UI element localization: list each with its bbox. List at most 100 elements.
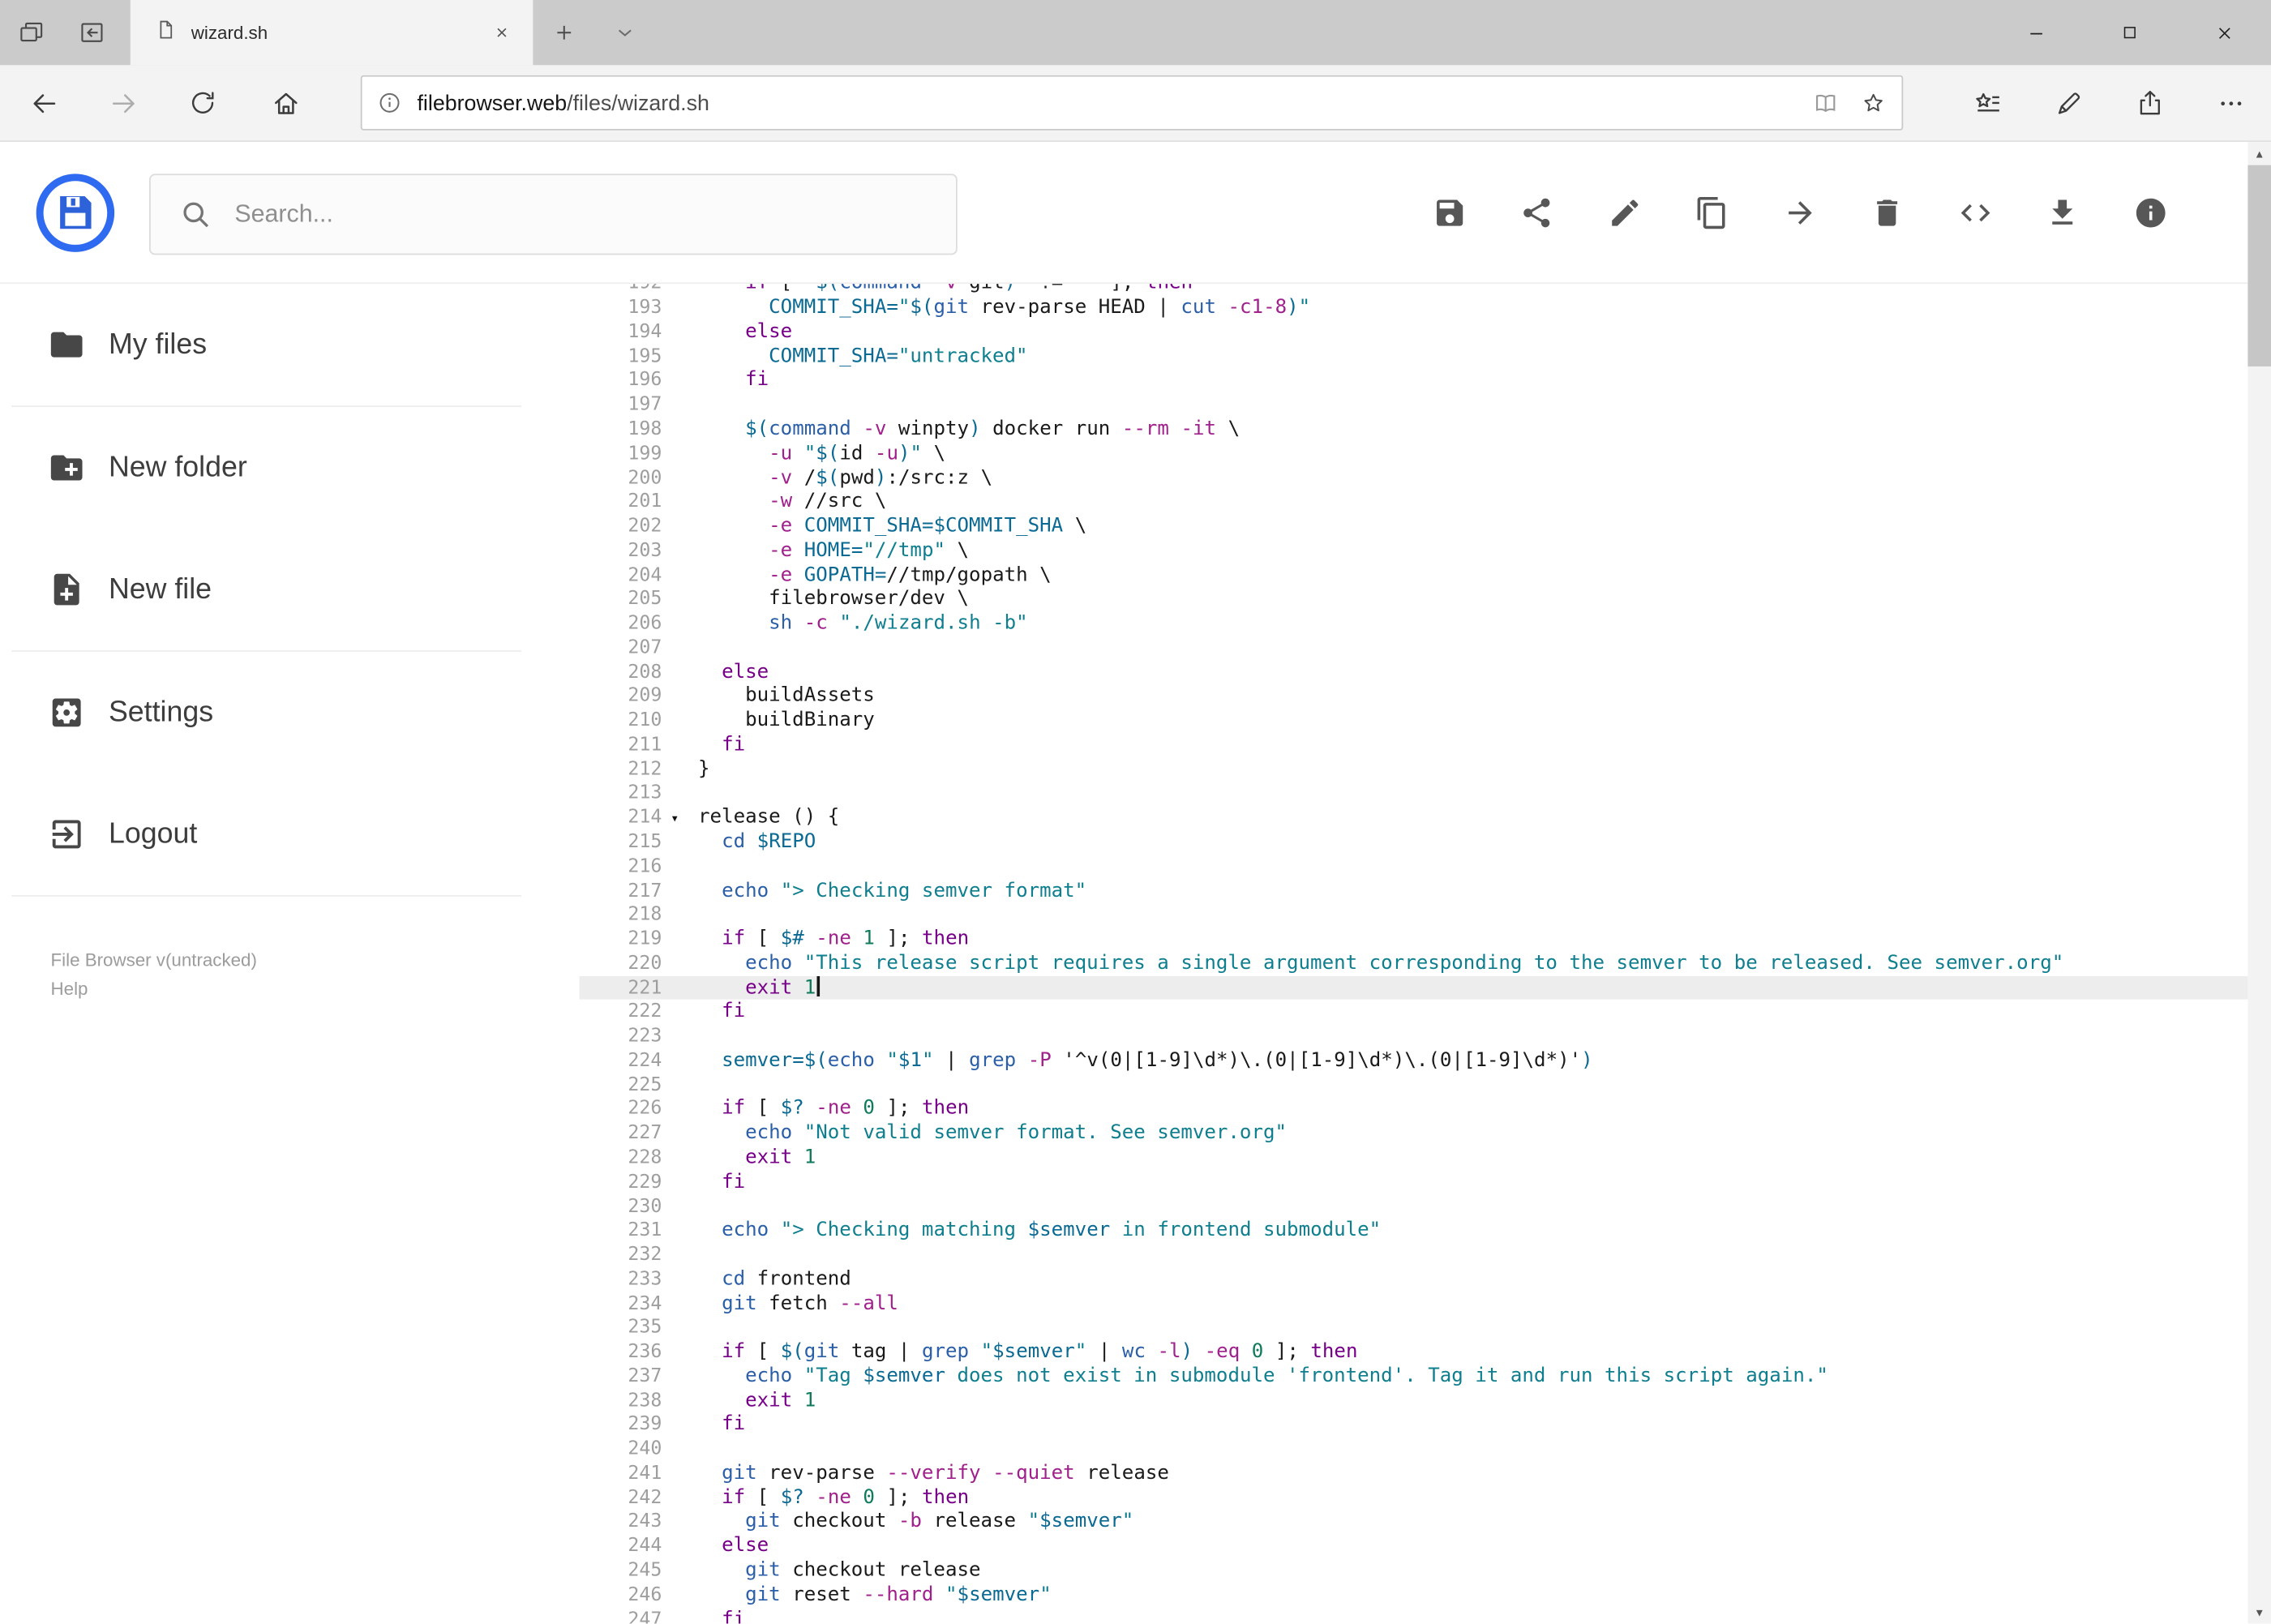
- hub-button[interactable]: [1947, 64, 2028, 141]
- code-line[interactable]: 244 else: [580, 1534, 2248, 1558]
- code-line[interactable]: 194 else: [580, 320, 2248, 345]
- code-line[interactable]: 224 semver=$(echo "$1" | grep -P '^v(0|[…: [580, 1048, 2248, 1073]
- code-line[interactable]: 218: [580, 902, 2248, 927]
- code-line[interactable]: 229 fi: [580, 1170, 2248, 1194]
- site-info-icon[interactable]: [376, 90, 402, 116]
- code-line[interactable]: 204 -e GOPATH=//tmp/gopath \: [580, 563, 2248, 587]
- help-link[interactable]: Help: [51, 975, 580, 1004]
- page-scrollbar[interactable]: ▲ ▼: [2247, 142, 2271, 1624]
- minimize-button[interactable]: [1989, 0, 2083, 65]
- set-tabs-aside-button[interactable]: [61, 0, 122, 65]
- delete-button[interactable]: [1844, 169, 1931, 256]
- address-bar[interactable]: filebrowser.web/files/wizard.sh: [360, 75, 1904, 131]
- code-line[interactable]: 215 cd $REPO: [580, 830, 2248, 855]
- scroll-up-arrow[interactable]: ▲: [2247, 142, 2271, 165]
- code-line[interactable]: 214 ▾ release () {: [580, 806, 2248, 830]
- code-line[interactable]: 200 -v /$(pwd):/src:z \: [580, 465, 2248, 490]
- web-note-button[interactable]: [2028, 64, 2109, 141]
- code-line[interactable]: 225: [580, 1073, 2248, 1097]
- close-button[interactable]: [2177, 0, 2271, 65]
- code-line[interactable]: 206 sh -c "./wizard.sh -b": [580, 611, 2248, 636]
- sidebar-item-new-folder[interactable]: New folder: [0, 407, 580, 529]
- code-line[interactable]: 212}: [580, 757, 2248, 782]
- code-line[interactable]: 243 git checkout -b release "$semver": [580, 1510, 2248, 1534]
- code-view-button[interactable]: [1931, 169, 2019, 256]
- share-button[interactable]: [2109, 64, 2190, 141]
- code-line[interactable]: 222 fi: [580, 1000, 2248, 1024]
- code-line[interactable]: 239 fi: [580, 1412, 2248, 1437]
- code-line[interactable]: 199 -u "$(id -u)" \: [580, 441, 2248, 465]
- code-line[interactable]: 223: [580, 1024, 2248, 1048]
- code-line[interactable]: 193 COMMIT_SHA="$(git rev-parse HEAD | c…: [580, 296, 2248, 320]
- code-line[interactable]: 192 if [ "$(command -v git)" != "" ]; th…: [580, 284, 2248, 296]
- tab-preview-button[interactable]: [0, 0, 61, 65]
- share-button[interactable]: [1493, 169, 1581, 256]
- tab-list-button[interactable]: [593, 0, 654, 65]
- sidebar-item-settings[interactable]: Settings: [0, 652, 580, 773]
- code-line[interactable]: 242 if [ $? -ne 0 ]; then: [580, 1485, 2248, 1510]
- code-line[interactable]: 235: [580, 1316, 2248, 1340]
- back-button[interactable]: [15, 74, 72, 131]
- code-line[interactable]: 213: [580, 782, 2248, 806]
- new-tab-button[interactable]: [533, 0, 593, 65]
- code-line[interactable]: 217 echo "> Checking semver format": [580, 879, 2248, 903]
- code-line[interactable]: 209 buildAssets: [580, 684, 2248, 709]
- code-line[interactable]: 231 echo "> Checking matching $semver in…: [580, 1219, 2248, 1243]
- sidebar-item-my-files[interactable]: My files: [0, 284, 580, 405]
- save-button[interactable]: [1406, 169, 1493, 256]
- code-line[interactable]: 232: [580, 1243, 2248, 1267]
- refresh-button[interactable]: [174, 74, 231, 131]
- code-line[interactable]: 228 exit 1: [580, 1146, 2248, 1170]
- copy-button[interactable]: [1669, 169, 1756, 256]
- code-line[interactable]: 247 fi: [580, 1607, 2248, 1624]
- code-line[interactable]: 197: [580, 393, 2248, 418]
- code-line[interactable]: 202 -e COMMIT_SHA=$COMMIT_SHA \: [580, 514, 2248, 538]
- code-line[interactable]: 233 cd frontend: [580, 1267, 2248, 1292]
- code-line[interactable]: 207: [580, 636, 2248, 660]
- code-line[interactable]: 195 COMMIT_SHA="untracked": [580, 345, 2248, 369]
- code-line[interactable]: 219 if [ $# -ne 1 ]; then: [580, 927, 2248, 951]
- code-line[interactable]: 210 buildBinary: [580, 709, 2248, 733]
- code-line[interactable]: 241 git rev-parse --verify --quiet relea…: [580, 1461, 2248, 1485]
- code-line[interactable]: 198 $(command -v winpty) docker run --rm…: [580, 417, 2248, 441]
- code-line[interactable]: 236 if [ $(git tag | grep "$semver" | wc…: [580, 1340, 2248, 1365]
- code-line[interactable]: 203 -e HOME="//tmp" \: [580, 538, 2248, 563]
- code-line[interactable]: 216: [580, 855, 2248, 879]
- code-line[interactable]: 205 filebrowser/dev \: [580, 587, 2248, 611]
- search-input[interactable]: [231, 198, 956, 231]
- code-line[interactable]: 221 exit 1: [579, 975, 2248, 1001]
- reading-view-icon[interactable]: [1812, 89, 1840, 117]
- search-box[interactable]: [148, 174, 958, 255]
- forward-button[interactable]: [94, 74, 152, 131]
- scrollbar-thumb[interactable]: [2247, 165, 2271, 366]
- code-line[interactable]: 246 git reset --hard "$semver": [580, 1583, 2248, 1607]
- code-line[interactable]: 208 else: [580, 660, 2248, 684]
- code-line[interactable]: 230: [580, 1194, 2248, 1219]
- code-line[interactable]: 238 exit 1: [580, 1388, 2248, 1412]
- code-line[interactable]: 226 if [ $? -ne 0 ]; then: [580, 1097, 2248, 1121]
- info-button[interactable]: [2106, 169, 2194, 256]
- code-line[interactable]: 201 -w //src \: [580, 490, 2248, 514]
- code-line[interactable]: 220 echo "This release script requires a…: [580, 951, 2248, 975]
- favorite-star-icon[interactable]: [1860, 89, 1888, 117]
- maximize-button[interactable]: [2083, 0, 2177, 65]
- filebrowser-logo[interactable]: [35, 173, 116, 254]
- scroll-down-arrow[interactable]: ▼: [2247, 1600, 2271, 1624]
- code-line[interactable]: 237 echo "Tag $semver does not exist in …: [580, 1364, 2248, 1388]
- home-button[interactable]: [256, 74, 314, 131]
- move-button[interactable]: [1756, 169, 1844, 256]
- code-line[interactable]: 240: [580, 1437, 2248, 1461]
- code-line[interactable]: 245 git checkout release: [580, 1558, 2248, 1583]
- sidebar-item-new-file[interactable]: New file: [0, 529, 580, 650]
- more-button[interactable]: [2190, 64, 2271, 141]
- download-button[interactable]: [2019, 169, 2106, 256]
- code-line[interactable]: 227 echo "Not valid semver format. See s…: [580, 1121, 2248, 1146]
- browser-tab[interactable]: wizard.sh: [130, 0, 533, 66]
- code-line[interactable]: 196 fi: [580, 369, 2248, 393]
- code-line[interactable]: 234 git fetch --all: [580, 1292, 2248, 1316]
- code-editor[interactable]: 192 if [ "$(command -v git)" != "" ]; th…: [579, 284, 2248, 1624]
- rename-button[interactable]: [1581, 169, 1669, 256]
- tab-close-icon[interactable]: [486, 18, 516, 47]
- sidebar-item-logout[interactable]: Logout: [0, 773, 580, 895]
- code-line[interactable]: 211 fi: [580, 733, 2248, 757]
